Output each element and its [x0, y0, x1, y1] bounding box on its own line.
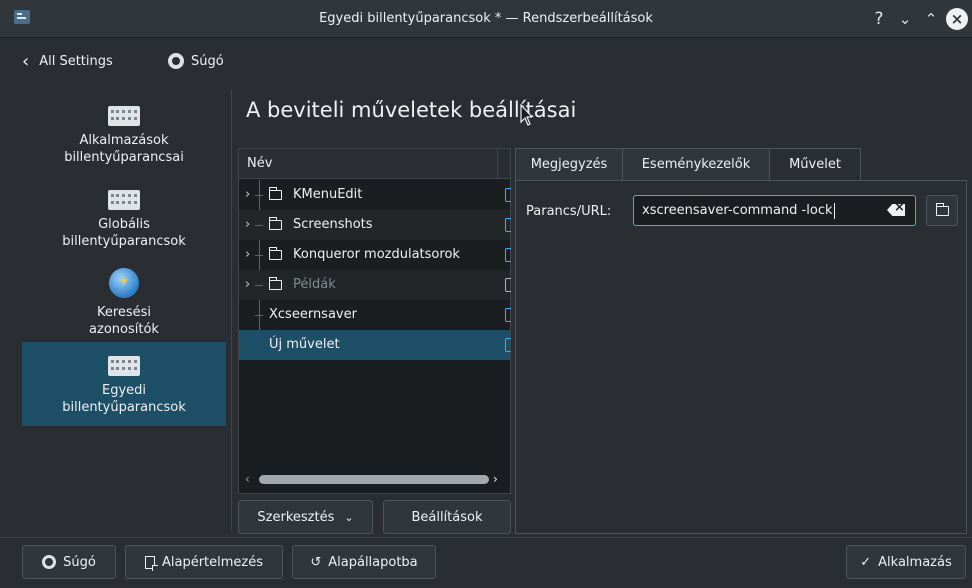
document-defaults-icon: [144, 555, 158, 571]
sidebar-item-label: Egyedi billentyűparancsok: [62, 383, 186, 415]
defaults-button[interactable]: Alapértelmezés: [125, 545, 283, 579]
enabled-checkbox[interactable]: [505, 308, 511, 322]
apply-button-label: Alkalmazás: [878, 554, 952, 570]
minimize-icon[interactable]: ⌄: [895, 8, 915, 30]
sidebar-item-app-shortcuts[interactable]: Alkalmazások billentyűparancsai: [22, 102, 226, 178]
tree-row-label: KMenuEdit: [293, 187, 363, 202]
tree-branch-line: [255, 255, 263, 256]
tree-row-xcseernsaver[interactable]: Xcseernsaver: [239, 300, 511, 330]
tree-row-new-action[interactable]: Új művelet: [239, 330, 511, 360]
keyboard-icon: [108, 356, 140, 376]
tree-row-label: Screenshots: [293, 217, 373, 232]
edit-dropdown-button[interactable]: Szerkesztés ⌄: [238, 500, 373, 534]
chevron-down-icon: ⌄: [344, 510, 354, 524]
enabled-checkbox[interactable]: [505, 338, 511, 352]
tree-row-konqueror-gestures[interactable]: › Konqueror mozdulatsorok: [239, 240, 511, 270]
help-button[interactable]: Súgó: [22, 545, 116, 579]
settings-button[interactable]: Beállítások: [383, 500, 511, 534]
title-bar: Egyedi billentyűparancsok * — Rendszerbe…: [0, 0, 972, 38]
chevron-right-icon[interactable]: ›: [245, 270, 250, 300]
help-header-label: Súgó: [191, 53, 224, 69]
folder-icon: [268, 217, 282, 230]
mouse-cursor-icon: [520, 104, 532, 126]
sidebar: Alkalmazások billentyűparancsai Globális…: [22, 88, 226, 508]
undo-icon: ↺: [310, 554, 322, 570]
header-bar: ‹ All Settings Súgó: [0, 38, 972, 84]
scroll-left-icon[interactable]: ‹: [245, 471, 257, 487]
lifebuoy-icon: [42, 555, 57, 569]
all-settings-button[interactable]: ‹ All Settings: [22, 48, 113, 74]
reset-button[interactable]: ↺ Alapállapotba: [292, 545, 436, 579]
checkmark-icon: ✓: [860, 554, 872, 570]
tree-branch-line: [255, 195, 263, 196]
scroll-right-icon[interactable]: ›: [493, 471, 505, 487]
folder-icon: [268, 187, 282, 200]
command-url-input[interactable]: xscreensaver-command -lock: [633, 195, 916, 226]
tree-row-screenshots[interactable]: › Screenshots: [239, 210, 511, 240]
tab-notes[interactable]: Megjegyzés: [515, 148, 623, 181]
settings-button-label: Beállítások: [411, 509, 483, 525]
tree-branch-line: [255, 225, 263, 226]
enabled-checkbox[interactable]: [505, 218, 511, 232]
scrollbar-thumb[interactable]: [259, 475, 489, 484]
folder-icon: [935, 203, 949, 216]
all-settings-label: All Settings: [39, 53, 113, 69]
enabled-checkbox[interactable]: [505, 278, 511, 292]
folder-icon: [268, 247, 282, 260]
sidebar-item-search-keywords[interactable]: Keresési azonosítók: [22, 266, 226, 340]
browse-folder-button[interactable]: [926, 195, 958, 226]
horizontal-scrollbar[interactable]: ‹ ›: [245, 471, 504, 487]
sidebar-item-custom-shortcuts[interactable]: Egyedi billentyűparancsok: [22, 342, 226, 426]
reset-button-label: Alapállapotba: [328, 554, 418, 570]
keyboard-icon: [108, 190, 140, 210]
sidebar-item-label: Alkalmazások billentyűparancsai: [64, 133, 184, 165]
enabled-checkbox[interactable]: [505, 248, 511, 262]
footer-divider: [0, 537, 972, 538]
window-title: Egyedi billentyűparancsok * — Rendszerbe…: [319, 11, 653, 26]
tree-branch-line: [255, 345, 263, 346]
tree-row-examples[interactable]: › Példák: [239, 270, 511, 300]
sidebar-divider: [231, 90, 232, 530]
help-button-label: Súgó: [63, 554, 96, 570]
sidebar-item-global-shortcuts[interactable]: Globális billentyűparancsok: [22, 186, 226, 264]
command-url-label: Parancs/URL:: [526, 204, 612, 219]
tree-row-label: Új művelet: [269, 337, 340, 352]
lifebuoy-icon: [168, 53, 184, 69]
column-divider: [497, 149, 498, 179]
edit-button-label: Szerkesztés: [257, 509, 335, 525]
tree-branch-line: [255, 315, 263, 316]
keyboard-icon: [108, 106, 140, 126]
close-icon[interactable]: ×: [946, 8, 968, 30]
chevron-right-icon[interactable]: ›: [245, 210, 250, 240]
chevron-right-icon[interactable]: ›: [245, 240, 250, 270]
tree-row-label: Konqueror mozdulatsorok: [293, 247, 460, 262]
tree-row-kmenuedit[interactable]: › KMenuEdit: [239, 180, 511, 210]
sidebar-item-label: Globális billentyűparancsok: [62, 217, 186, 249]
tab-action[interactable]: Művelet: [769, 148, 861, 182]
tab-event-handlers[interactable]: Eseménykezelők: [622, 148, 770, 181]
tree-row-label: Példák: [293, 277, 336, 292]
help-question-icon[interactable]: ?: [869, 8, 889, 30]
tree-column-header[interactable]: Név: [239, 149, 510, 179]
tree-branch-line: [255, 285, 263, 286]
sidebar-item-label: Keresési azonosítók: [89, 305, 159, 337]
folder-icon: [268, 277, 282, 290]
enabled-checkbox[interactable]: [505, 188, 511, 202]
tree-header-label: Név: [247, 156, 273, 171]
defaults-button-label: Alapértelmezés: [161, 554, 264, 570]
apply-button[interactable]: ✓ Alkalmazás: [846, 545, 966, 579]
tree-row-label: Xcseernsaver: [269, 307, 357, 322]
chevron-right-icon[interactable]: ›: [245, 180, 250, 210]
globe-icon: [109, 268, 139, 298]
command-url-value: xscreensaver-command -lock: [642, 203, 833, 218]
maximize-icon[interactable]: ⌃: [921, 8, 941, 30]
chevron-left-icon: ‹: [22, 50, 30, 72]
help-header-button[interactable]: Súgó: [168, 48, 224, 74]
action-tab-panel: Parancs/URL: xscreensaver-command -lock: [515, 180, 967, 534]
actions-tree[interactable]: Név › KMenuEdit › Screenshots › Konquero…: [238, 148, 511, 494]
text-caret: [833, 202, 835, 219]
